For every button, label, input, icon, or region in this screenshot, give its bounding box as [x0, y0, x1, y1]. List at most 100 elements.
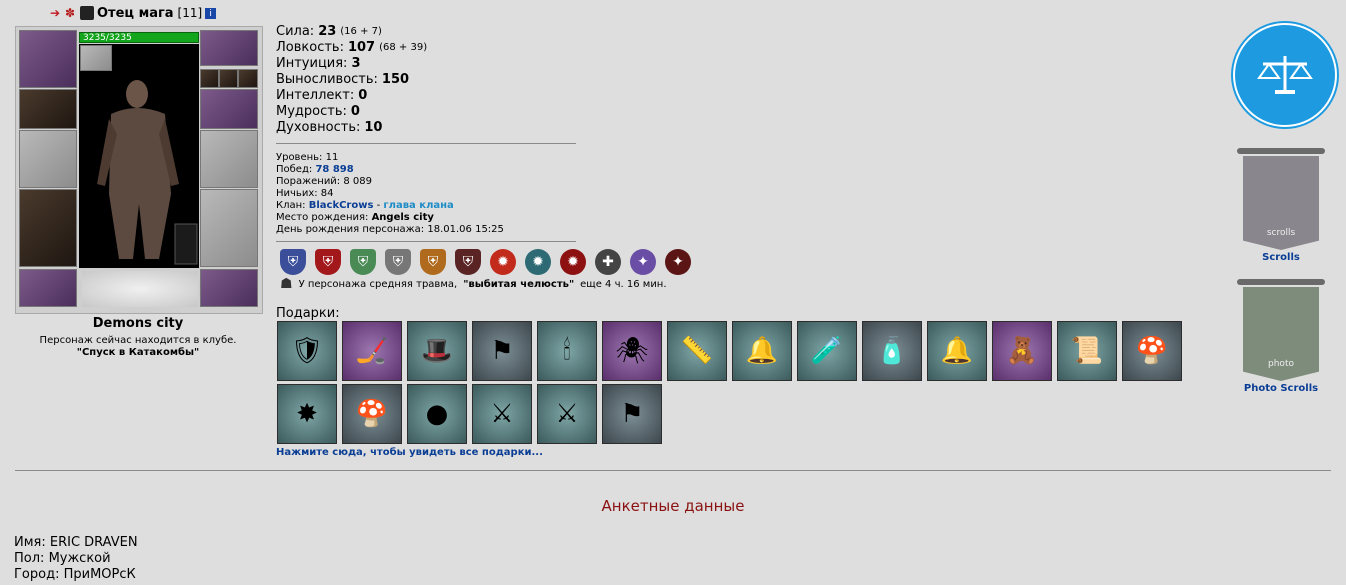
- stat-endurance: Выносливость: 150: [276, 72, 410, 87]
- character-info: Уровень: 11 Побед: 78 898 Поражений: 8 0…: [276, 152, 504, 236]
- scale-glyph: [1257, 56, 1313, 94]
- character-panel: 3235/3235: [15, 26, 263, 314]
- shield-grey-icon[interactable]: ⛨: [385, 249, 411, 275]
- location-text: Персонаж сейчас находится в клубе.: [39, 335, 237, 346]
- shield-blue-icon[interactable]: ⛨: [280, 249, 306, 275]
- trauma-icon: ☗: [280, 276, 293, 292]
- stats-list: Сила: 23 (16 + 7) Ловкость: 107 (68 + 39) Ин…: [276, 24, 427, 136]
- belt-slot[interactable]: [19, 269, 77, 307]
- bracers-slot[interactable]: [19, 89, 77, 129]
- ring-slot-2[interactable]: [219, 69, 238, 88]
- clan-role: глава клана: [383, 200, 454, 211]
- spiked-mace-icon[interactable]: ✸: [277, 384, 337, 444]
- scrolls-banner[interactable]: scrolls Scrolls: [1237, 148, 1325, 263]
- clan-row: Клан: BlackCrows - глава клана: [276, 200, 454, 211]
- banner-rod: [1237, 279, 1325, 285]
- section-divider: [15, 470, 1331, 471]
- city-row: Город: ПриМОРсК: [14, 567, 136, 582]
- potion-icon[interactable]: 🧪: [797, 321, 857, 381]
- info-icon[interactable]: i: [205, 7, 217, 19]
- all-gifts-link[interactable]: Нажмите сюда, чтобы увидеть все подарки.…: [276, 447, 543, 458]
- ring-slot-1[interactable]: [200, 69, 219, 88]
- banner-gift-icon[interactable]: ⚑: [472, 321, 532, 381]
- ring-slot-3[interactable]: [238, 69, 258, 88]
- banner-gift-icon[interactable]: ⚑: [602, 384, 662, 444]
- shield-red-icon[interactable]: ⛨: [315, 249, 341, 275]
- photo-scrolls-banner[interactable]: photo Photo Scrolls: [1237, 279, 1325, 394]
- photo-scrolls-icon: photo: [1243, 287, 1319, 381]
- shield-green-icon[interactable]: ⛨: [350, 249, 376, 275]
- medal-demon-icon[interactable]: ✦: [665, 249, 691, 275]
- clan-emblem-icon[interactable]: [80, 6, 94, 20]
- location-name: "Спуск в Катакомбы": [76, 347, 200, 358]
- wins-link[interactable]: 78 898: [315, 164, 353, 175]
- character-header: ➔ ✽ Отец мага [11] i: [50, 4, 217, 22]
- stat-wisdom: Мудрость: 0: [276, 104, 360, 119]
- spider-icon[interactable]: 🕷: [602, 321, 662, 381]
- avatar[interactable]: [79, 44, 199, 268]
- stat-spirituality: Духовность: 10: [276, 120, 383, 135]
- arrow-icon[interactable]: ➔: [50, 6, 64, 20]
- gifts-label: Подарки:: [276, 306, 340, 321]
- info-divider: [276, 241, 576, 242]
- helmet-slot[interactable]: [19, 30, 77, 88]
- crossed-swords-icon[interactable]: ⚔: [537, 384, 597, 444]
- shield-dark-icon[interactable]: ⛨: [455, 249, 481, 275]
- hockey-stick-icon[interactable]: 🏒: [342, 321, 402, 381]
- stat-intuition: Интуиция: 3: [276, 56, 361, 71]
- losses-row: Поражений: 8 089: [276, 176, 373, 187]
- location-info: Персонаж сейчас находится в клубе. "Спус…: [15, 335, 261, 359]
- legs-slot[interactable]: [200, 189, 258, 267]
- stat-agility: Ловкость: 107 (68 + 39): [276, 40, 428, 55]
- birthday-row: День рождения персонажа: 18.01.06 15:25: [276, 224, 504, 235]
- hp-bar: 3235/3235: [79, 32, 199, 43]
- club-emblem-icon: [82, 271, 198, 307]
- scrolls-link[interactable]: Scrolls: [1237, 252, 1325, 263]
- bell-icon[interactable]: 🔔: [732, 321, 792, 381]
- necklace-slot[interactable]: [200, 30, 258, 66]
- shield-gift-icon[interactable]: 🛡: [277, 321, 337, 381]
- crossed-swords-icon[interactable]: ⚔: [472, 384, 532, 444]
- teddy-bear-icon[interactable]: 🧸: [992, 321, 1052, 381]
- blue-mushroom-icon[interactable]: 🍄: [1122, 321, 1182, 381]
- medal-red-icon[interactable]: ✹: [490, 249, 516, 275]
- photo-scrolls-link[interactable]: Photo Scrolls: [1237, 383, 1325, 394]
- shield-orange-icon[interactable]: ⛨: [420, 249, 446, 275]
- stat-intellect: Интеллект: 0: [276, 88, 368, 103]
- candle-icon[interactable]: 🕯: [537, 321, 597, 381]
- scroll-note-icon[interactable]: 📜: [1057, 321, 1117, 381]
- draws-row: Ничьих: 84: [276, 188, 334, 199]
- ruler-icon[interactable]: 📏: [667, 321, 727, 381]
- pet-slot[interactable]: [80, 45, 112, 71]
- medal-crimson-icon[interactable]: ✹: [560, 249, 586, 275]
- name-row: Имя: ERIC DRAVEN: [14, 535, 138, 550]
- birthplace-row: Место рождения: Angels city: [276, 212, 434, 223]
- medal-teal-icon[interactable]: ✹: [525, 249, 551, 275]
- personal-data: Имя: ERIC DRAVEN Пол: Мужской Город: При…: [14, 535, 138, 583]
- stat-strength: Сила: 23 (16 + 7): [276, 24, 382, 39]
- jester-hat-icon[interactable]: 🎩: [407, 321, 467, 381]
- christmas-bells-icon[interactable]: 🔔: [927, 321, 987, 381]
- blue-mushroom-icon[interactable]: 🍄: [342, 384, 402, 444]
- trauma-name: "выбитая челюсть": [463, 278, 575, 290]
- armor-slot[interactable]: [19, 189, 77, 267]
- character-nick: Отец мага: [97, 5, 174, 21]
- balance-scale-icon[interactable]: [1233, 23, 1337, 127]
- level-row: Уровень: 11: [276, 152, 339, 163]
- boots-slot[interactable]: [200, 269, 258, 307]
- vaseline-tube-icon[interactable]: 🧴: [862, 321, 922, 381]
- character-figure: [97, 80, 198, 265]
- wins-row: Побед: 78 898: [276, 164, 354, 175]
- clan-link[interactable]: BlackCrows: [309, 200, 374, 211]
- medal-cross-icon[interactable]: ✚: [595, 249, 621, 275]
- stats-divider: [276, 143, 576, 144]
- weapon-left-slot[interactable]: [19, 130, 77, 188]
- gloves-slot[interactable]: [200, 89, 258, 129]
- orange-stone-icon[interactable]: ●: [407, 384, 467, 444]
- profile-section-title: Анкетные данные: [601, 497, 745, 515]
- medal-purple-icon[interactable]: ✦: [630, 249, 656, 275]
- clan-cross-icon[interactable]: ✽: [65, 6, 79, 20]
- sex-row: Пол: Мужской: [14, 551, 111, 566]
- character-level: [11]: [177, 6, 203, 20]
- weapon-right-slot[interactable]: [200, 130, 258, 188]
